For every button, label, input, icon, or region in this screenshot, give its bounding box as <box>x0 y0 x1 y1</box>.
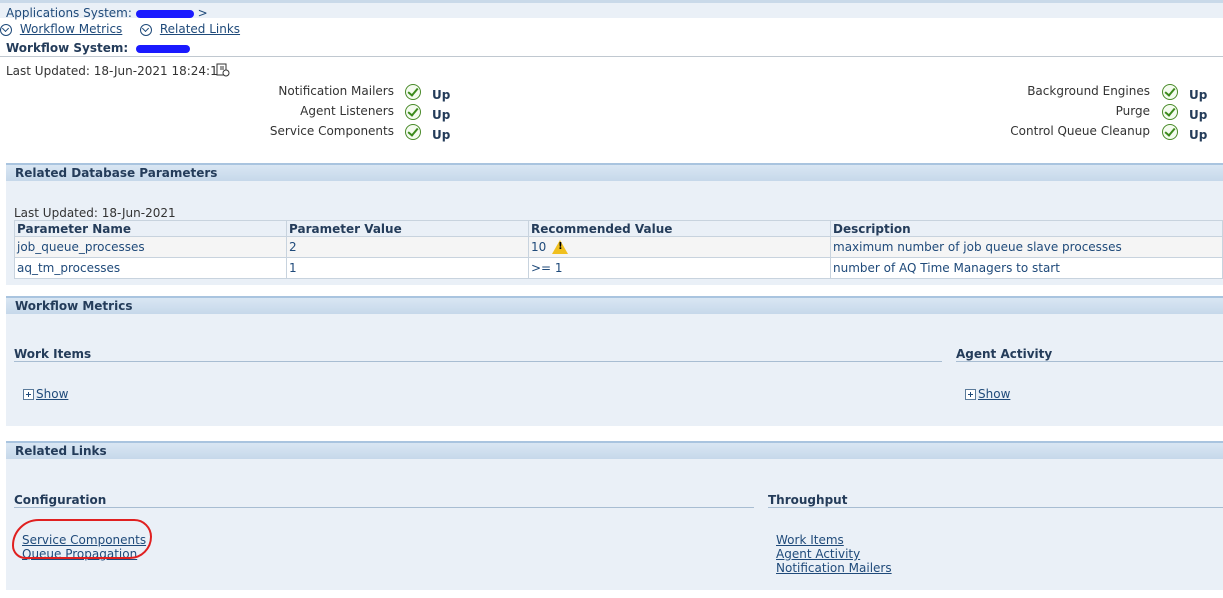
last-updated-text: Last Updated: 18-Jun-2021 18:24:14 <box>6 64 226 78</box>
db-params-header: Related Database Parameters <box>6 163 1223 181</box>
redacted-system-name <box>135 9 194 18</box>
configuration-divider <box>14 507 754 508</box>
cell-recommended-value: 10 <box>528 236 831 258</box>
workflow-metrics-header: Workflow Metrics <box>6 296 1223 314</box>
agent-activity-show-toggle[interactable]: Show <box>965 387 1010 401</box>
title-divider <box>0 56 1223 57</box>
column-header-recommended-value: Recommended Value <box>528 220 831 237</box>
configuration-title: Configuration <box>14 493 107 507</box>
status-up-icon <box>405 124 421 140</box>
throughput-divider <box>768 507 1223 508</box>
link-agent-activity[interactable]: Agent Activity <box>776 547 860 561</box>
link-work-items[interactable]: Work Items <box>776 533 844 547</box>
warning-icon <box>552 240 569 255</box>
quick-link-workflow-metrics[interactable]: Workflow Metrics <box>0 22 122 36</box>
status-background-engines-label: Background Engines <box>1027 84 1150 98</box>
workflow-metrics-title: Workflow Metrics <box>15 299 133 313</box>
status-agent-listeners-value: Up <box>432 108 451 122</box>
table-header-row: Parameter Name Parameter Value Recommend… <box>14 220 1223 237</box>
link-notification-mailers[interactable]: Notification Mailers <box>776 561 892 575</box>
cell-parameter-name: aq_tm_processes <box>14 257 287 279</box>
work-items-title: Work Items <box>14 347 92 361</box>
column-header-parameter-value: Parameter Value <box>286 220 529 237</box>
work-items-show-link[interactable]: Show <box>36 387 68 401</box>
breadcrumb-applications-system[interactable]: Applications System: <box>6 6 132 20</box>
table-row: job_queue_processes 2 10 maximum number … <box>14 236 1223 258</box>
status-notification-mailers-label: Notification Mailers <box>278 84 394 98</box>
status-background-engines-value: Up <box>1189 88 1208 102</box>
agent-activity-divider <box>956 361 1223 362</box>
redacted-workflow-system-name <box>136 44 191 53</box>
cell-description: maximum number of job queue slave proces… <box>830 236 1223 258</box>
status-purge-label: Purge <box>1115 104 1150 118</box>
status-up-icon <box>405 84 421 100</box>
work-items-divider <box>14 361 942 362</box>
cell-recommended-value: >= 1 <box>528 257 831 279</box>
status-service-components-value: Up <box>432 128 451 142</box>
last-updated: Last Updated: 18-Jun-2021 18:24:14 <box>6 64 225 78</box>
status-up-icon <box>405 104 421 120</box>
chevron-down-circle-icon <box>140 23 152 36</box>
status-control-queue-cleanup-value: Up <box>1189 128 1208 142</box>
status-up-icon <box>1162 104 1178 120</box>
related-links-header: Related Links <box>6 441 1223 459</box>
status-notification-mailers-value: Up <box>432 88 451 102</box>
red-circle-annotation <box>12 519 152 559</box>
db-params-last-updated: Last Updated: 18-Jun-2021 <box>14 206 176 220</box>
expand-plus-icon[interactable] <box>965 389 976 400</box>
cell-description: number of AQ Time Managers to start <box>830 257 1223 279</box>
breadcrumb-separator: > <box>197 6 208 20</box>
throughput-title: Throughput <box>768 493 848 507</box>
column-header-parameter-name: Parameter Name <box>14 220 287 237</box>
db-params-title: Related Database Parameters <box>15 166 218 180</box>
status-agent-listeners-label: Agent Listeners <box>300 104 394 118</box>
expand-plus-icon[interactable] <box>23 389 34 400</box>
db-params-table: Parameter Name Parameter Value Recommend… <box>14 220 1223 279</box>
cell-parameter-value: 1 <box>286 257 529 279</box>
quick-link-related-links[interactable]: Related Links <box>140 22 240 36</box>
table-row: aq_tm_processes 1 >= 1 number of AQ Time… <box>14 257 1223 279</box>
status-up-icon <box>1162 124 1178 140</box>
column-header-description: Description <box>830 220 1223 237</box>
refresh-icon[interactable] <box>216 63 230 77</box>
status-control-queue-cleanup-label: Control Queue Cleanup <box>1010 124 1150 138</box>
cell-parameter-value: 2 <box>286 236 529 258</box>
chevron-down-circle-icon <box>0 23 12 36</box>
workflow-system-label: Workflow System: <box>6 41 129 55</box>
page-title: Workflow System: <box>6 41 191 55</box>
quick-link-related-links-label[interactable]: Related Links <box>160 22 240 36</box>
recommended-value-text: 10 <box>531 239 547 254</box>
cell-parameter-name: job_queue_processes <box>14 236 287 258</box>
status-up-icon <box>1162 84 1178 100</box>
status-service-components-label: Service Components <box>269 124 394 138</box>
quick-link-workflow-metrics-label[interactable]: Workflow Metrics <box>20 22 122 36</box>
status-purge-value: Up <box>1189 108 1208 122</box>
related-links-body <box>6 459 1223 590</box>
agent-activity-show-link[interactable]: Show <box>978 387 1010 401</box>
breadcrumb: Applications System: > <box>6 6 208 20</box>
related-links-title: Related Links <box>15 444 107 458</box>
work-items-show-toggle[interactable]: Show <box>23 387 68 401</box>
breadcrumb-bar: Applications System: > <box>0 0 1223 20</box>
workflow-metrics-body <box>6 314 1223 426</box>
agent-activity-title: Agent Activity <box>956 347 1053 361</box>
